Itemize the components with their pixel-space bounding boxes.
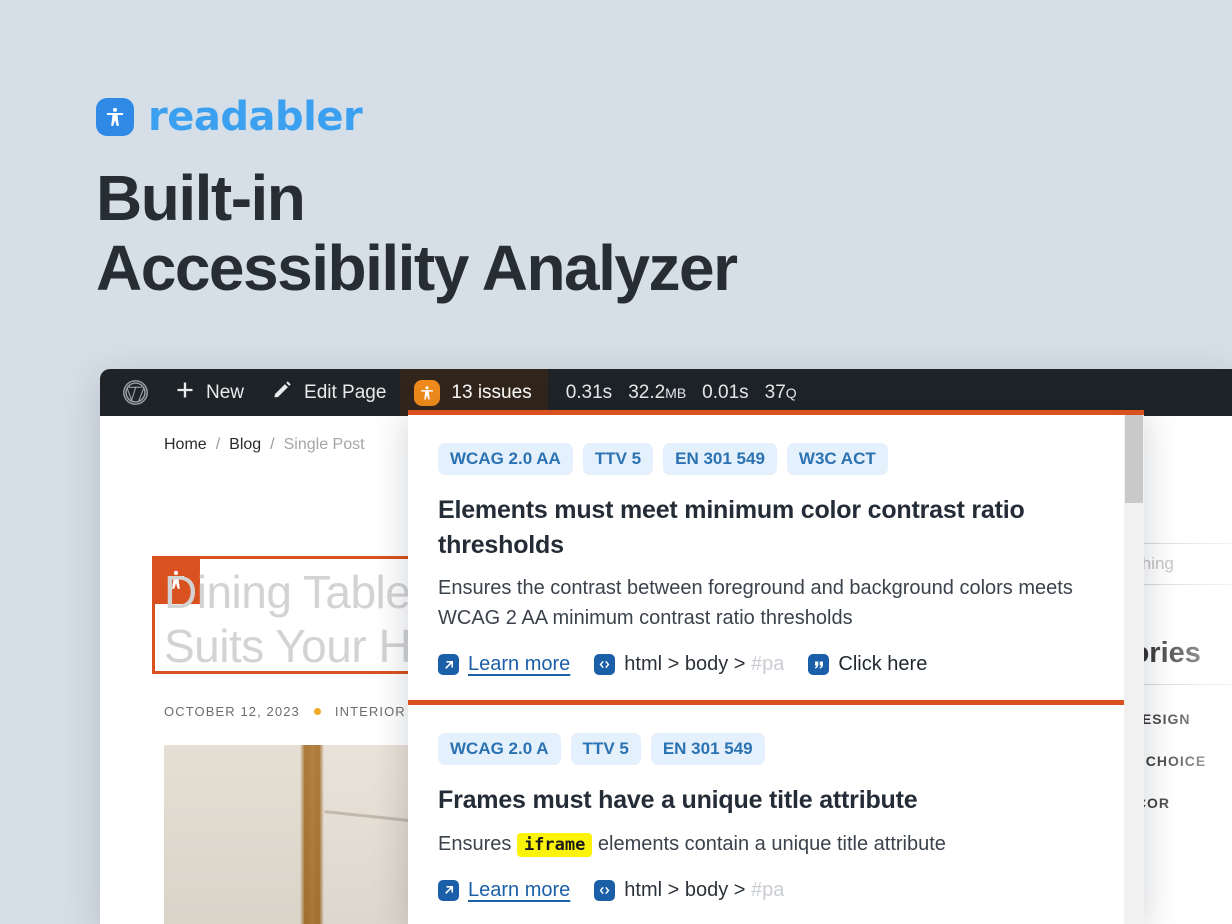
learn-more-link[interactable]: Learn more — [438, 879, 570, 902]
issue-card: WCAG 2.0 AA TTV 5 EN 301 549 W3C ACT Ele… — [408, 415, 1124, 700]
quote-icon — [808, 654, 830, 675]
selector-text: html > body > #pa — [624, 653, 785, 675]
issue-description-suffix: elements contain a unique title attribut… — [597, 832, 946, 855]
breadcrumb-separator: / — [270, 436, 275, 453]
standard-tag: WCAG 2.0 A — [438, 733, 561, 765]
breadcrumb-home[interactable]: Home — [164, 436, 207, 454]
panel-scrollbar-thumb[interactable] — [1125, 415, 1143, 503]
hero-line-2: Accessibility Analyzer — [96, 232, 738, 305]
external-link-icon — [438, 654, 459, 675]
issue-title: Elements must meet minimum color contras… — [438, 496, 1025, 559]
standard-tag: WCAG 2.0 AA — [438, 443, 573, 475]
wordpress-icon[interactable] — [100, 369, 161, 416]
code-chip: iframe — [516, 832, 593, 857]
standard-tag: EN 301 549 — [650, 733, 765, 765]
breadcrumb-separator: / — [215, 436, 221, 453]
standard-tag: W3C ACT — [786, 443, 888, 475]
issue-tags: WCAG 2.0 AA TTV 5 EN 301 549 W3C ACT — [438, 443, 1094, 475]
brand-wordmark: readabler — [148, 94, 363, 140]
page-root: readabler Built-in Accessibility Analyze… — [0, 0, 1232, 924]
panel-scrollbar-track[interactable] — [1124, 415, 1144, 924]
issue-tags: WCAG 2.0 A TTV 5 EN 301 549 — [438, 733, 1094, 765]
code-icon — [594, 879, 616, 901]
edit-page-label: Edit Page — [304, 381, 387, 403]
issues-button[interactable]: 13 issues — [400, 369, 548, 416]
edit-page-button[interactable]: Edit Page — [258, 369, 400, 416]
standard-tag: TTV 5 — [582, 443, 654, 475]
click-here-label: Click here — [838, 653, 928, 675]
issue-title: Frames must have a unique title attribut… — [438, 786, 918, 814]
issues-label: 13 issues — [451, 381, 532, 403]
accessibility-analyzer-panel: WCAG 2.0 AA TTV 5 EN 301 549 W3C ACT Ele… — [408, 410, 1144, 924]
panel-scroll-area: WCAG 2.0 AA TTV 5 EN 301 549 W3C ACT Ele… — [408, 415, 1124, 924]
new-button[interactable]: New — [161, 369, 258, 416]
page-title: Built-in Accessibility Analyzer — [96, 162, 738, 305]
learn-more-label: Learn more — [468, 878, 571, 901]
stat-queries: 37Q — [764, 381, 797, 403]
brand-logo: readabler — [96, 94, 363, 140]
standard-tag: TTV 5 — [570, 733, 641, 765]
standard-tag: EN 301 549 — [663, 443, 777, 475]
stat-memory: 32.2MB — [628, 381, 687, 403]
issue-actions: Learn more html > body > #pa Click here — [438, 653, 1094, 676]
hero-line-1: Built-in — [96, 162, 306, 234]
stat-load-time: 0.31s — [565, 381, 613, 403]
accessibility-icon — [414, 379, 441, 406]
plus-icon — [175, 380, 195, 406]
click-here-button[interactable]: Click here — [808, 653, 927, 676]
learn-more-label: Learn more — [468, 653, 571, 675]
accessibility-icon — [96, 98, 134, 136]
wp-admin-bar: New Edit Page 13 issues 0.31s 32.2MB 0.0… — [100, 369, 1232, 416]
performance-stats: 0.31s 32.2MB 0.01s 37Q — [548, 382, 797, 404]
issue-card: WCAG 2.0 A TTV 5 EN 301 549 Frames must … — [408, 700, 1124, 924]
new-label: New — [206, 381, 245, 403]
selector-text: html > body > #pa — [624, 878, 785, 901]
breadcrumb-blog[interactable]: Blog — [229, 436, 261, 454]
pencil-icon — [272, 379, 293, 406]
post-date: OCTOBER 12, 2023 — [164, 703, 300, 719]
issue-description-prefix: Ensures — [438, 832, 512, 855]
selector-path[interactable]: html > body > #pa — [594, 879, 784, 902]
issue-description: Ensures iframe elements contain a unique… — [438, 829, 1088, 859]
selector-path[interactable]: html > body > #pa — [594, 653, 784, 676]
bullet-icon — [313, 707, 321, 715]
issue-actions: Learn more html > body > #pa — [438, 879, 1094, 902]
stat-query-time: 0.01s — [702, 381, 749, 403]
issue-description-text: Ensures the contrast between foreground … — [438, 577, 1073, 629]
code-icon — [594, 654, 616, 675]
issue-description: Ensures the contrast between foreground … — [438, 573, 1088, 633]
breadcrumb-current: Single Post — [283, 436, 365, 453]
learn-more-link[interactable]: Learn more — [438, 653, 570, 676]
external-link-icon — [438, 879, 459, 901]
